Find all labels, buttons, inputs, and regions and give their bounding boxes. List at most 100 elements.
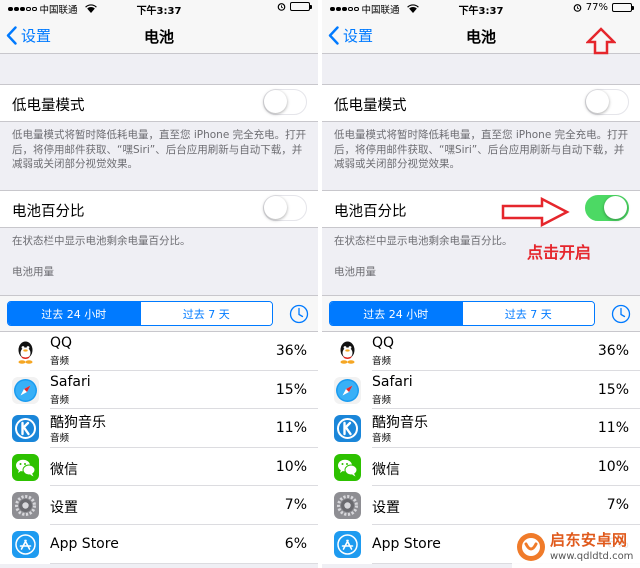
list-item: Safari 音频 15% (322, 371, 640, 410)
app-name: 酷狗音乐 (50, 415, 106, 432)
app-name: 酷狗音乐 (372, 415, 428, 432)
app-name: 微信 (50, 461, 78, 478)
app-store-icon (12, 530, 39, 558)
app-name: Safari (50, 373, 91, 390)
usage-period-bar: 过去 24 小时 过去 7 天 (0, 295, 318, 332)
alarm-icon (573, 4, 582, 12)
app-usage-type: 音频 (50, 433, 70, 445)
safari-icon (12, 376, 39, 404)
status-time: 下午3:37 (136, 6, 182, 17)
app-battery-percent: 15% (275, 381, 307, 398)
app-name: 微信 (372, 461, 400, 478)
app-battery-percent: 10% (597, 458, 629, 475)
low-power-mode-cell: 低电量模式 (322, 84, 640, 122)
watermark-logo-icon (517, 533, 545, 561)
kugou-icon (334, 415, 361, 443)
app-name: Safari (372, 373, 413, 390)
settings-icon (334, 492, 361, 520)
qq-icon (12, 338, 39, 365)
tab-last-24-hours[interactable]: 过去 24 小时 (330, 302, 462, 325)
low-power-mode-cell: 低电量模式 (0, 84, 318, 122)
battery-usage-header: 电池用量 (12, 266, 54, 278)
app-usage-type: 音频 (372, 356, 392, 367)
phone-screen-after: 中国联通 下午3:37 77% 设置 电池 低电量模式 低电量模式将暂时降低耗电… (322, 0, 640, 568)
list-item: 酷狗音乐 音频 11% (322, 409, 640, 448)
qq-icon (334, 338, 361, 365)
app-battery-percent: 11% (275, 420, 307, 437)
app-usage-type: 音频 (372, 433, 392, 445)
safari-icon (334, 376, 361, 404)
phone-screen-before: 中国联通 下午3:37 设置 电池 低电量模式 低电量模式将暂时降低耗电量，直至… (0, 0, 318, 568)
app-battery-percent: 36% (275, 343, 307, 359)
app-battery-percent: 6% (284, 535, 307, 552)
kugou-icon (12, 415, 39, 443)
status-bar: 中国联通 下午3:37 77% (322, 0, 640, 17)
watermark-url: www.qdldtd.com (550, 551, 634, 562)
app-usage-type: 音频 (372, 394, 392, 406)
battery-percentage-cell: 电池百分比 (322, 190, 640, 228)
status-bar: 中国联通 下午3:37 (0, 0, 318, 17)
app-name: App Store (50, 535, 119, 552)
alarm-icon (277, 3, 286, 11)
app-battery-percent: 7% (284, 497, 307, 514)
watermark-title: 启东安卓网 (550, 531, 628, 549)
page-title: 电池 (143, 28, 174, 46)
list-item: QQ 音频 36% (322, 332, 640, 371)
battery-percent-label: 77% (585, 2, 608, 13)
low-power-mode-toggle[interactable] (263, 89, 307, 115)
list-item: App Store 6% (0, 525, 318, 564)
list-item: QQ 音频 36% (0, 332, 318, 371)
list-item: 设置 7% (322, 486, 640, 525)
list-item: Safari 音频 15% (0, 371, 318, 410)
wechat-icon (12, 453, 39, 481)
app-battery-percent: 7% (606, 497, 629, 514)
battery-icon (612, 3, 634, 12)
app-name: QQ (50, 335, 73, 351)
battery-percentage-label: 电池百分比 (12, 204, 85, 220)
page-title: 电池 (465, 28, 496, 46)
tap-to-enable-annotation: 点击开启 (527, 243, 592, 262)
clock-icon[interactable] (611, 304, 631, 324)
low-power-mode-footer: 低电量模式将暂时降低耗电量，直至您 iPhone 完全充电。打开后，将停用邮件获… (334, 129, 629, 170)
comparison-screenshot: 中国联通 下午3:37 设置 电池 低电量模式 低电量模式将暂时降低耗电量，直至… (0, 0, 640, 568)
app-usage-type: 音频 (50, 356, 70, 367)
app-name: QQ (372, 335, 395, 351)
app-battery-percent: 10% (275, 458, 307, 475)
app-name: 设置 (372, 500, 400, 517)
battery-percentage-label: 电池百分比 (334, 204, 407, 220)
tab-last-7-days[interactable]: 过去 7 天 (461, 302, 594, 325)
app-store-icon (334, 530, 361, 558)
list-item: 酷狗音乐 音频 11% (0, 409, 318, 448)
battery-percentage-footer: 在状态栏中显示电池剩余电量百分比。 (12, 235, 191, 247)
list-item: 微信 10% (0, 448, 318, 487)
app-name: App Store (372, 535, 441, 552)
list-item: 设置 7% (0, 486, 318, 525)
battery-percentage-toggle[interactable] (585, 195, 629, 221)
wechat-icon (334, 453, 361, 481)
app-battery-percent: 36% (597, 343, 629, 359)
battery-percentage-cell: 电池百分比 (0, 190, 318, 228)
app-usage-type: 音频 (50, 394, 70, 406)
app-usage-list: QQ 音频 36% Safari 音频 15% 酷狗音乐 音频 11% 微信 1… (0, 332, 318, 564)
watermark: 启东安卓网 www.qdldtd.com (512, 526, 640, 568)
status-right: 77% (573, 2, 634, 13)
battery-icon (290, 2, 312, 11)
tab-last-7-days[interactable]: 过去 7 天 (139, 302, 272, 325)
app-name: 设置 (50, 500, 78, 517)
app-battery-percent: 15% (597, 381, 629, 398)
status-right (277, 2, 312, 11)
clock-icon[interactable] (289, 304, 309, 324)
tab-last-24-hours[interactable]: 过去 24 小时 (8, 302, 140, 325)
app-battery-percent: 11% (597, 420, 629, 437)
list-item: 微信 10% (322, 448, 640, 487)
usage-period-bar: 过去 24 小时 过去 7 天 (322, 295, 640, 332)
low-power-mode-toggle[interactable] (585, 89, 629, 115)
battery-percentage-toggle[interactable] (263, 195, 307, 221)
low-power-mode-label: 低电量模式 (12, 98, 85, 114)
navigation-bar: 设置 电池 (322, 16, 640, 54)
battery-usage-header: 电池用量 (334, 266, 376, 278)
navigation-bar: 设置 电池 (0, 16, 318, 54)
usage-period-segmented-control: 过去 24 小时 过去 7 天 (329, 301, 595, 326)
settings-icon (12, 492, 39, 520)
low-power-mode-footer: 低电量模式将暂时降低耗电量，直至您 iPhone 完全充电。打开后，将停用邮件获… (12, 129, 307, 170)
